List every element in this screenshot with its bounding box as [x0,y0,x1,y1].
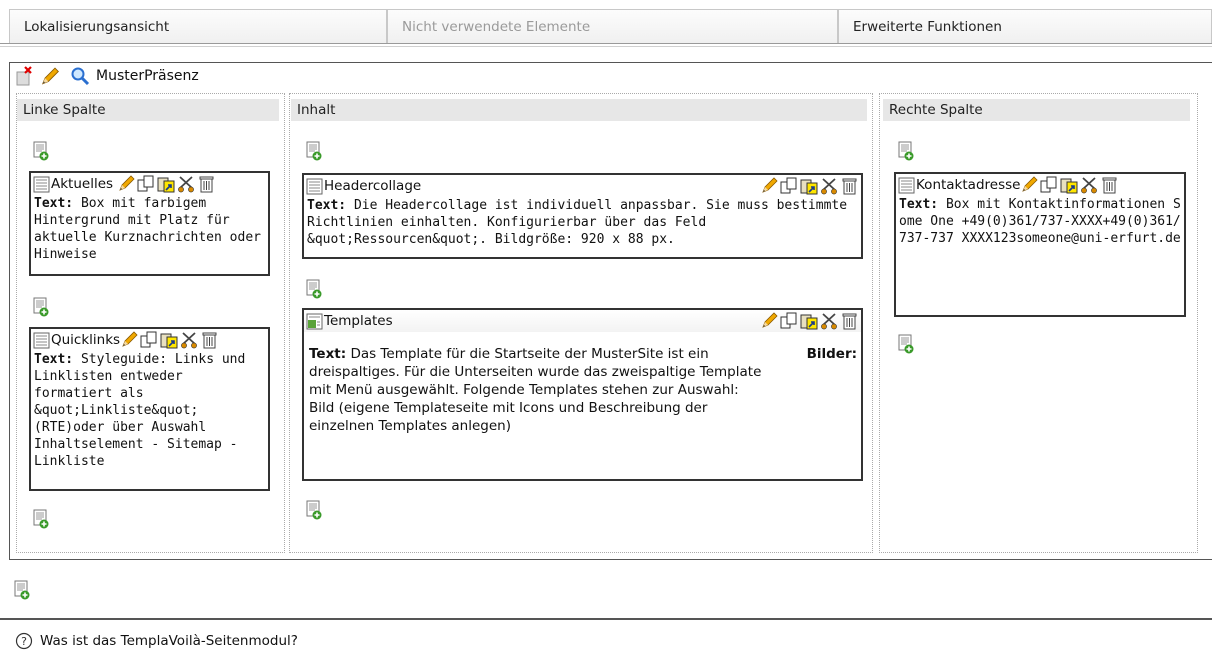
element-title: Quicklinks [51,332,121,348]
content-element-aktuelles: Aktuelles Text: Box mit farbigem Hinterg… [29,171,270,276]
element-body: Text: Box mit Kontaktinformationen Some … [899,197,1181,246]
paste-icon[interactable] [800,177,819,195]
new-content-icon[interactable] [306,500,322,520]
new-content-icon[interactable] [14,580,30,600]
pencil-icon[interactable] [39,67,61,87]
tab-label: Nicht verwendete Elemente [402,18,591,35]
element-body: Text: Box mit farbigem Hintergrund mit P… [34,196,261,262]
element-title: Templates [324,313,393,329]
pencil-icon[interactable] [760,177,779,195]
help-icon[interactable] [15,632,33,650]
cut-icon[interactable] [180,331,199,349]
element-title: Headercollage [324,178,422,194]
column-right [879,93,1198,553]
tab-erweiterte-funktionen[interactable]: Erweiterte Funktionen [838,9,1212,43]
new-content-icon[interactable] [33,297,49,317]
cut-icon[interactable] [177,175,196,193]
text-content-icon [898,177,915,194]
footer-divider [0,618,1212,620]
paste-icon[interactable] [157,175,176,193]
magnifier-icon[interactable] [70,66,90,86]
content-element-kontaktadresse: Kontaktadresse Text: Box mit Kontaktinfo… [894,172,1186,317]
copy-icon[interactable] [780,177,799,195]
content-element-templates: Templates Text: Das Template für die Sta… [302,308,863,481]
pencil-icon[interactable] [760,312,779,330]
tabs-divider [0,46,1212,47]
text-content-icon [33,332,50,349]
element-title: Aktuelles [51,176,114,192]
image-label: Bilder: [806,346,857,362]
trash-icon[interactable] [200,331,219,349]
element-body: Text: Das Template für die Startseite de… [309,346,762,434]
trash-icon[interactable] [840,177,859,195]
paste-icon[interactable] [1060,176,1079,194]
cut-icon[interactable] [1080,176,1099,194]
trash-icon[interactable] [840,312,859,330]
copy-icon[interactable] [780,312,799,330]
cut-icon[interactable] [820,177,839,195]
new-content-icon[interactable] [306,279,322,299]
pencil-icon[interactable] [120,331,139,349]
pencil-icon[interactable] [117,175,136,193]
tabs-divider [0,43,1212,44]
element-title: Kontaktadresse [916,177,1021,193]
new-content-icon[interactable] [898,334,914,354]
copy-icon[interactable] [137,175,156,193]
column-right-header: Rechte Spalte [883,99,1190,121]
copy-icon[interactable] [140,331,159,349]
paste-icon[interactable] [800,312,819,330]
paste-icon[interactable] [160,331,179,349]
trash-icon[interactable] [1100,176,1119,194]
pencil-icon[interactable] [1020,176,1039,194]
cut-icon[interactable] [820,312,839,330]
help-link[interactable]: Was ist das TemplaVoilà-Seitenmodul? [40,632,298,650]
page-title[interactable]: MusterPräsenz [96,67,199,85]
tab-nicht-verwendete-elemente[interactable]: Nicht verwendete Elemente [387,9,838,43]
trash-icon[interactable] [197,175,216,193]
new-content-icon[interactable] [33,141,49,161]
content-element-headercollage: Headercollage Text: Die Headercollage is… [302,173,863,259]
new-content-icon[interactable] [306,141,322,161]
copy-icon[interactable] [1040,176,1059,194]
column-center-header: Inhalt [291,99,867,121]
text-with-image-icon [306,313,323,330]
new-content-icon[interactable] [898,141,914,161]
element-body: Text: Die Headercollage ist individuell … [307,198,848,247]
text-content-icon [33,176,50,193]
text-content-icon [306,178,323,195]
new-content-icon[interactable] [33,509,49,529]
content-element-quicklinks: Quicklinks Text: Styleguide: Links und L… [29,327,270,491]
tab-label: Erweiterte Funktionen [853,18,1002,35]
element-body: Text: Styleguide: Links und Linklisten e… [34,352,246,469]
column-left-header: Linke Spalte [17,99,279,121]
page-delete-icon[interactable] [15,66,35,86]
tab-label: Lokalisierungsansicht [24,18,170,35]
tab-lokalisierungsansicht[interactable]: Lokalisierungsansicht [9,9,387,43]
